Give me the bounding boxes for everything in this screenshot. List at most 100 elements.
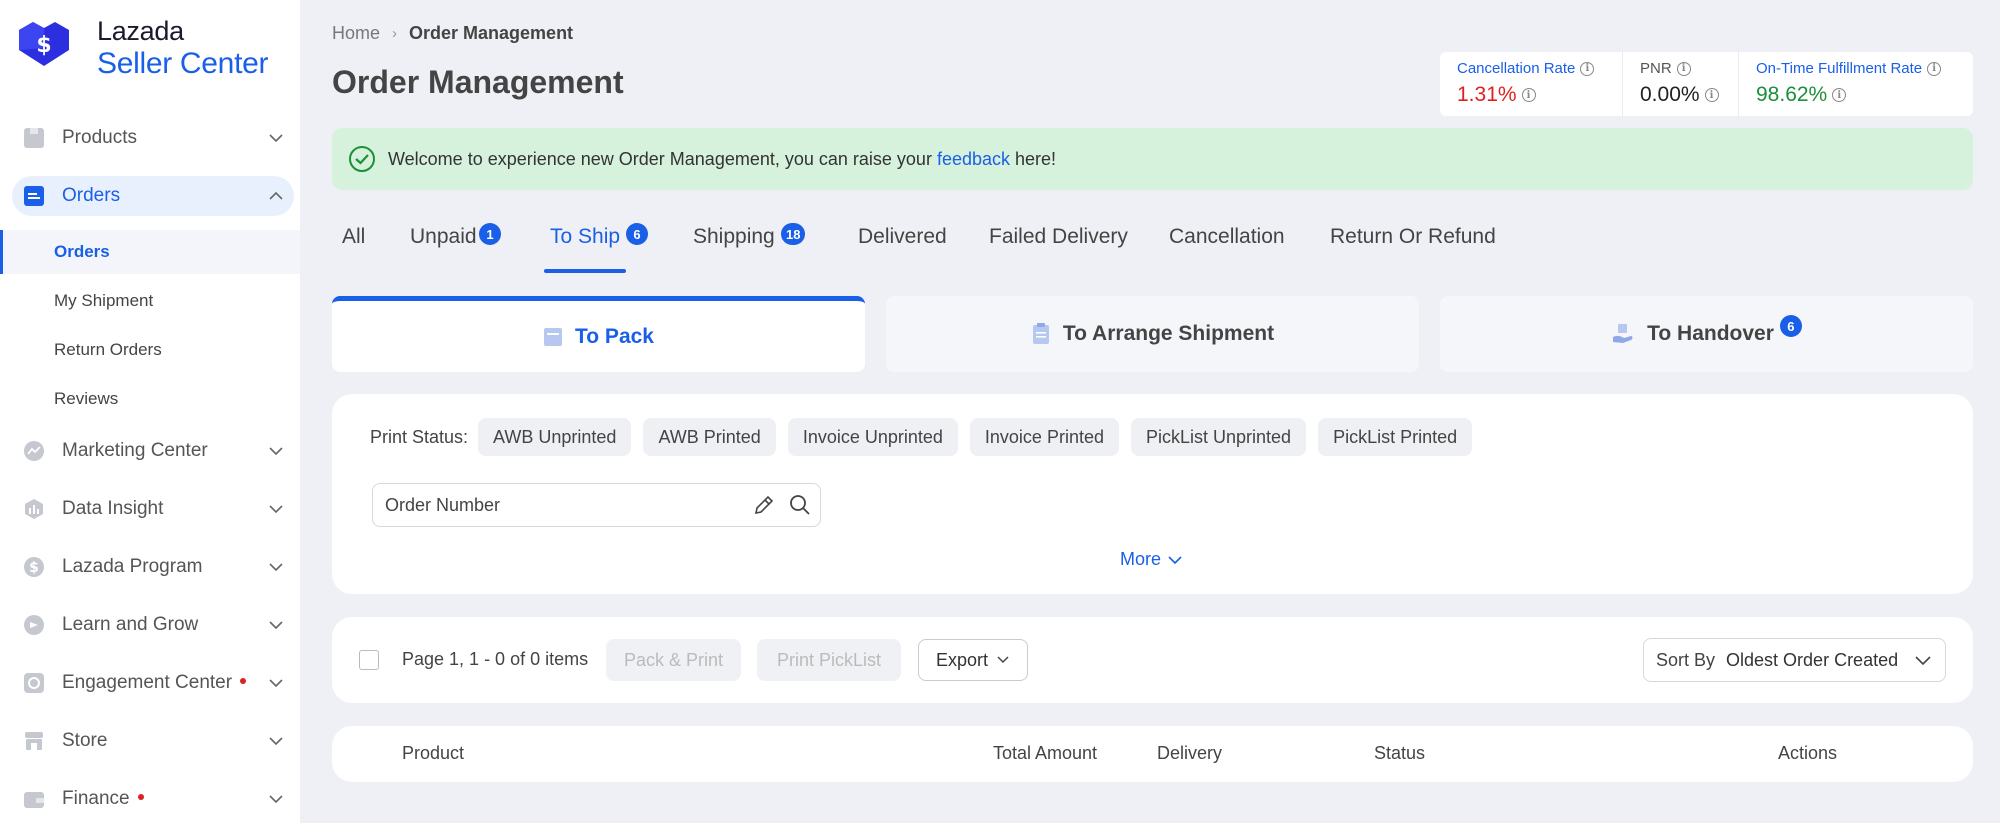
check-circle-icon bbox=[349, 146, 375, 172]
page-title: Order Management bbox=[332, 64, 624, 100]
tab-to-ship[interactable]: To Ship 6 bbox=[550, 223, 648, 249]
breadcrumb-current: Order Management bbox=[409, 23, 574, 43]
info-icon[interactable]: i bbox=[1832, 88, 1847, 102]
column-header-actions: Actions bbox=[1778, 743, 1838, 763]
print-picklist-button[interactable]: Print PickList bbox=[757, 639, 901, 681]
logo-line2: Seller Center bbox=[97, 47, 269, 80]
metric-label: On-Time Fulfillment Rate bbox=[1756, 60, 1923, 77]
dollar-icon: $ bbox=[22, 555, 46, 579]
search-icon[interactable] bbox=[788, 493, 812, 517]
tab-cancellation[interactable]: Cancellation bbox=[1169, 225, 1285, 249]
sidebar-item-label: Finance bbox=[62, 788, 144, 810]
sidebar-subitem-orders[interactable]: Orders bbox=[0, 230, 300, 274]
chevron-down-icon bbox=[269, 737, 283, 746]
sidebar-item-learn-and-grow[interactable]: Learn and Grow bbox=[12, 605, 294, 645]
chevron-right-icon: › bbox=[392, 25, 398, 42]
sidebar-subitem-return-orders[interactable]: Return Orders bbox=[0, 328, 300, 372]
sidebar-item-engagement-center[interactable]: Engagement Center bbox=[12, 663, 294, 703]
sidebar-subitem-my-shipment[interactable]: My Shipment bbox=[0, 279, 300, 323]
info-icon[interactable]: i bbox=[1927, 61, 1942, 76]
sidebar-item-label: Engagement Center bbox=[62, 672, 247, 694]
orders-table-header: Product Total Amount Delivery Status Act… bbox=[332, 726, 1973, 782]
sort-value: Oldest Order Created bbox=[1726, 649, 1899, 670]
breadcrumb: Home › Order Management bbox=[332, 23, 573, 44]
subtab-to-handover[interactable]: To Handover 6 bbox=[1440, 296, 1973, 372]
column-header-status: Status bbox=[1374, 743, 1426, 763]
marketing-icon bbox=[22, 439, 46, 463]
tab-all[interactable]: All bbox=[342, 225, 365, 249]
engagement-icon bbox=[22, 671, 46, 695]
chip-invoice-printed[interactable]: Invoice Printed bbox=[969, 418, 1119, 456]
chevron-down-icon bbox=[269, 447, 283, 456]
sidebar-item-label: Data Insight bbox=[62, 498, 164, 519]
sidebar-item-label: Orders bbox=[62, 185, 121, 206]
subtab-label: To Pack bbox=[575, 324, 654, 348]
svg-text:$: $ bbox=[29, 560, 39, 576]
sidebar-item-store[interactable]: Store bbox=[12, 721, 294, 761]
edit-icon[interactable] bbox=[752, 493, 776, 517]
sidebar: $ Lazada Seller Center Products Orders O… bbox=[0, 0, 300, 823]
subtab-to-pack[interactable]: To Pack bbox=[332, 296, 865, 372]
info-icon[interactable]: i bbox=[1521, 88, 1536, 102]
info-icon[interactable]: i bbox=[1704, 88, 1719, 102]
sidebar-item-orders[interactable]: Orders bbox=[12, 176, 294, 216]
metrics-panel: Cancellation Rate i 1.31% i PNR i 0.00% i On… bbox=[1440, 52, 1973, 116]
notification-dot bbox=[240, 677, 247, 684]
chevron-down-icon bbox=[269, 795, 283, 804]
chip-picklist-printed[interactable]: PickList Printed bbox=[1318, 418, 1473, 456]
info-icon[interactable]: i bbox=[1580, 61, 1595, 76]
select-all-checkbox[interactable] bbox=[359, 650, 379, 670]
print-status-label: Print Status: bbox=[370, 426, 469, 447]
sidebar-subitem-reviews[interactable]: Reviews bbox=[0, 377, 300, 421]
info-icon[interactable]: i bbox=[1676, 61, 1691, 76]
subtab-label: To Arrange Shipment bbox=[1062, 322, 1275, 345]
tab-return-or-refund[interactable]: Return Or Refund bbox=[1330, 225, 1496, 249]
lazada-heart-icon: $ bbox=[15, 18, 73, 68]
tab-shipping[interactable]: Shipping 18 bbox=[693, 223, 806, 249]
chip-awb-printed[interactable]: AWB Printed bbox=[643, 418, 776, 456]
metric-value: 0.00% bbox=[1640, 83, 1700, 106]
chip-awb-unprinted[interactable]: AWB Unprinted bbox=[478, 418, 632, 456]
count-badge: 1 bbox=[479, 223, 501, 245]
feedback-link[interactable]: feedback bbox=[937, 149, 1010, 169]
chevron-down-icon bbox=[997, 656, 1009, 664]
tab-failed-delivery[interactable]: Failed Delivery bbox=[989, 225, 1128, 249]
sidebar-item-marketing-center[interactable]: Marketing Center bbox=[12, 431, 294, 471]
search-placeholder: Order Number bbox=[385, 494, 501, 515]
sidebar-item-finance[interactable]: Finance bbox=[12, 779, 294, 819]
chevron-down-icon bbox=[269, 563, 283, 572]
more-filters-button[interactable]: More bbox=[1120, 549, 1183, 570]
column-header-total-amount: Total Amount bbox=[993, 743, 1098, 763]
pack-print-button[interactable]: Pack & Print bbox=[606, 639, 741, 681]
export-button[interactable]: Export bbox=[918, 639, 1028, 681]
sort-select[interactable]: Sort By Oldest Order Created bbox=[1643, 638, 1946, 682]
wallet-icon bbox=[22, 787, 46, 811]
sidebar-item-label: Marketing Center bbox=[62, 440, 208, 461]
chip-picklist-unprinted[interactable]: PickList Unprinted bbox=[1130, 418, 1307, 456]
clipboard-icon bbox=[1031, 323, 1051, 345]
sidebar-item-data-insight[interactable]: Data Insight bbox=[12, 489, 294, 529]
metric-pnr: PNR i 0.00% i bbox=[1623, 52, 1739, 116]
lazada-logo[interactable]: $ Lazada Seller Center bbox=[15, 18, 268, 79]
active-tab-underline bbox=[544, 269, 626, 273]
sidebar-item-lazada-program[interactable]: $ Lazada Program bbox=[12, 547, 294, 587]
column-header-delivery: Delivery bbox=[1157, 743, 1223, 763]
tab-delivered[interactable]: Delivered bbox=[858, 225, 947, 249]
breadcrumb-home[interactable]: Home bbox=[332, 23, 380, 44]
chevron-up-icon bbox=[269, 191, 283, 200]
page-info: Page 1, 1 - 0 of 0 items bbox=[402, 649, 589, 669]
subtab-label: To Handover bbox=[1647, 322, 1774, 345]
sidebar-item-products[interactable]: Products bbox=[12, 118, 294, 158]
metric-on-time-fulfillment-rate: On-Time Fulfillment Rate i 98.62% i bbox=[1739, 52, 1973, 116]
tab-unpaid[interactable]: Unpaid 1 bbox=[410, 223, 501, 249]
chip-invoice-unprinted[interactable]: Invoice Unprinted bbox=[787, 418, 958, 456]
sidebar-item-label: Products bbox=[62, 127, 137, 148]
welcome-banner: Welcome to experience new Order Manageme… bbox=[332, 128, 1973, 190]
store-icon bbox=[22, 729, 46, 753]
subtab-to-arrange-shipment[interactable]: To Arrange Shipment bbox=[886, 296, 1419, 372]
metric-value: 1.31% bbox=[1457, 83, 1517, 106]
order-number-search[interactable]: Order Number bbox=[372, 483, 821, 527]
column-header-product: Product bbox=[402, 743, 465, 763]
orders-icon bbox=[22, 184, 46, 208]
count-badge: 18 bbox=[781, 223, 806, 245]
